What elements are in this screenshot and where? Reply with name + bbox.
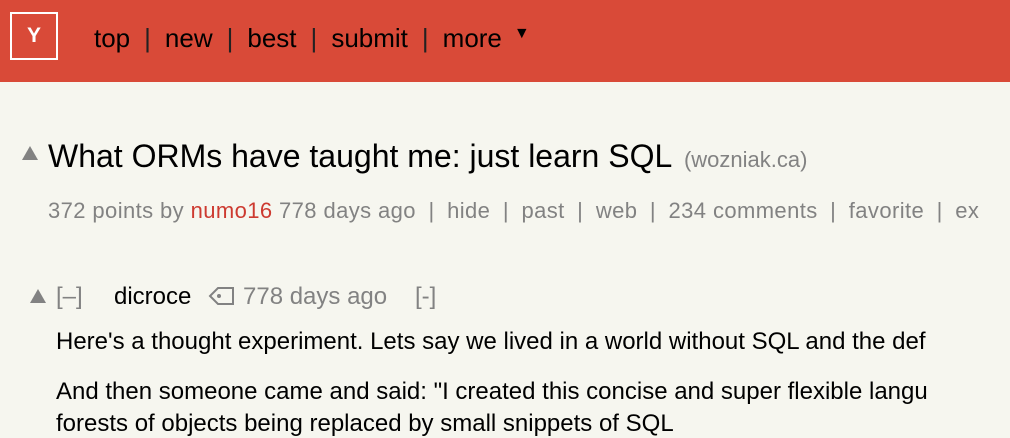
comments-link[interactable]: 234 comments — [669, 198, 818, 223]
collapse-toggle-secondary[interactable]: [-] — [415, 283, 436, 311]
comment-author-link[interactable]: dicroce — [114, 283, 191, 311]
web-link[interactable]: web — [596, 198, 638, 223]
comment-line: forests of objects being replaced by sma… — [56, 410, 674, 437]
upvote-arrow-icon[interactable] — [22, 146, 38, 160]
nav-top-link[interactable]: top — [94, 23, 130, 54]
subtext-separator: | — [649, 198, 657, 223]
hide-link[interactable]: hide — [447, 198, 490, 223]
tag-icon — [208, 285, 236, 313]
extra-link[interactable]: ex — [955, 198, 979, 223]
favorite-link[interactable]: favorite — [849, 198, 924, 223]
comment-line: Here's a thought experiment. Lets say we… — [56, 328, 926, 355]
story-title-container: What ORMs have taught me: just learn SQL… — [48, 138, 807, 175]
past-link[interactable]: past — [521, 198, 564, 223]
comment-upvote-arrow-icon[interactable] — [30, 289, 46, 303]
subtext-separator: | — [936, 198, 943, 223]
subtext-separator: | — [830, 198, 837, 223]
subtext-separator: | — [502, 198, 509, 223]
subtext-separator: | — [577, 198, 584, 223]
nav-separator: | — [226, 22, 234, 53]
story-points: 372 points — [48, 198, 154, 223]
story-author-link[interactable]: numo16 — [191, 198, 273, 223]
by-label: by — [160, 198, 185, 223]
hn-logo[interactable]: Y — [10, 12, 58, 60]
nav-separator: | — [421, 22, 429, 53]
story-title-link[interactable]: What ORMs have taught me: just learn SQL — [48, 138, 671, 174]
nav-separator: | — [144, 22, 151, 53]
comment-line: And then someone came and said: "I creat… — [56, 378, 928, 405]
subtext-separator: | — [428, 198, 435, 223]
collapse-toggle[interactable]: [–] — [56, 283, 83, 311]
story-site[interactable]: (wozniak.ca) — [684, 147, 807, 172]
nav-new-link[interactable]: new — [165, 23, 213, 54]
nav-more-link[interactable]: more — [443, 23, 502, 54]
top-navigation-bar: Y top | new | best | submit | more ▼ — [0, 0, 1010, 82]
nav-best-link[interactable]: best — [247, 23, 296, 54]
story-subtext: 372 points by numo16 778 days ago | hide… — [48, 198, 979, 224]
chevron-down-icon[interactable]: ▼ — [514, 25, 530, 43]
story-age-link[interactable]: 778 days ago — [279, 198, 416, 223]
comment-age-link[interactable]: 778 days ago — [243, 283, 387, 311]
main-nav: top | new | best | submit | more ▼ — [94, 20, 530, 56]
nav-separator: | — [310, 22, 318, 53]
nav-submit-link[interactable]: submit — [331, 23, 408, 54]
